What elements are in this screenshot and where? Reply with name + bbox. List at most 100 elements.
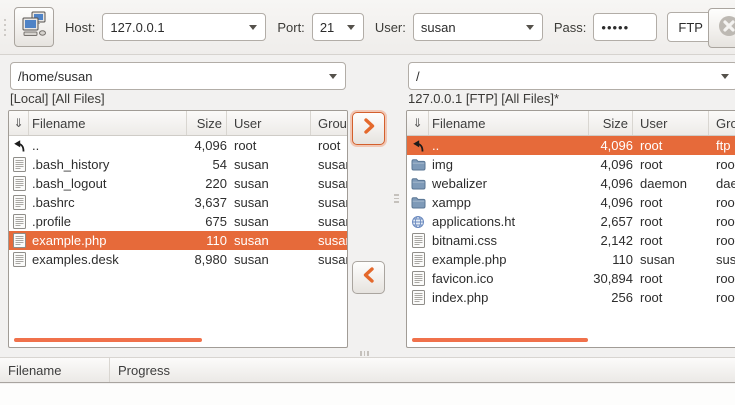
- host-combobox[interactable]: 127.0.0.1: [102, 13, 266, 41]
- port-label: Port:: [277, 20, 304, 35]
- file-icon: [9, 193, 29, 212]
- user-cell: root: [633, 136, 709, 155]
- size-cell: 8,980: [187, 250, 227, 269]
- file-icon: [9, 250, 29, 269]
- user-cell: root: [633, 231, 709, 250]
- size-cell: 2,142: [589, 231, 633, 250]
- port-value: 21: [320, 20, 334, 35]
- table-row[interactable]: favicon.ico30,894rootroot: [407, 269, 735, 288]
- user-column-header[interactable]: User: [227, 111, 311, 135]
- group-cell: root: [709, 193, 735, 212]
- sort-column-header[interactable]: ⇓: [9, 111, 29, 135]
- user-cell: susan: [227, 231, 311, 250]
- queue-filename-column-header[interactable]: Filename: [0, 358, 110, 382]
- horizontal-scrollbar[interactable]: [412, 338, 588, 342]
- table-row[interactable]: xampp4,096rootroot: [407, 193, 735, 212]
- user-cell: root: [633, 269, 709, 288]
- local-rows: ..4,096rootroot.bash_history54susansusan…: [9, 136, 347, 269]
- table-row[interactable]: examples.desk8,980susansusan: [9, 250, 347, 269]
- remote-path-value: /: [416, 69, 420, 84]
- size-cell: 4,096: [187, 136, 227, 155]
- size-cell: 4,096: [589, 155, 633, 174]
- download-button[interactable]: [352, 261, 385, 294]
- size-column-header[interactable]: Size: [187, 111, 227, 135]
- sort-column-header[interactable]: ⇓: [407, 111, 429, 135]
- filename-cell: bitnami.css: [429, 231, 589, 250]
- connect-button[interactable]: [14, 7, 54, 47]
- queue-progress-column-header[interactable]: Progress: [110, 358, 735, 382]
- size-cell: 54: [187, 155, 227, 174]
- table-row[interactable]: ..4,096rootftp: [407, 136, 735, 155]
- toolbar-grip[interactable]: [1, 14, 9, 40]
- filename-cell: .profile: [29, 212, 187, 231]
- chevron-down-icon[interactable]: [241, 14, 265, 40]
- table-row[interactable]: webalizer4,096daemondaemon: [407, 174, 735, 193]
- password-field[interactable]: •••••: [593, 13, 657, 41]
- filename-cell: xampp: [429, 193, 589, 212]
- folder-icon: [407, 155, 429, 174]
- table-row[interactable]: .profile675susansusan: [9, 212, 347, 231]
- user-column-header[interactable]: User: [633, 111, 709, 135]
- filename-column-header[interactable]: Filename: [429, 111, 589, 135]
- filename-cell: .bash_history: [29, 155, 187, 174]
- user-cell: root: [633, 155, 709, 174]
- table-row[interactable]: index.php256rootroot: [407, 288, 735, 307]
- user-cell: root: [633, 288, 709, 307]
- table-row[interactable]: example.php110susansusan: [407, 250, 735, 269]
- sort-down-icon: ⇓: [13, 116, 23, 130]
- user-cell: root: [227, 136, 311, 155]
- filename-cell: index.php: [429, 288, 589, 307]
- chevron-right-icon: [359, 116, 379, 141]
- table-row[interactable]: .bashrc3,637susansusan: [9, 193, 347, 212]
- group-cell: root: [709, 288, 735, 307]
- chevron-down-icon[interactable]: [321, 63, 345, 89]
- folder-icon: [407, 174, 429, 193]
- group-column-header[interactable]: Group: [709, 111, 735, 135]
- stop-button[interactable]: [708, 8, 735, 48]
- transfer-queue-list[interactable]: [0, 384, 735, 405]
- size-cell: 110: [187, 231, 227, 250]
- filename-cell: example.php: [29, 231, 187, 250]
- filename-cell: img: [429, 155, 589, 174]
- table-row[interactable]: img4,096rootroot: [407, 155, 735, 174]
- size-cell: 675: [187, 212, 227, 231]
- pane-splitter-grip[interactable]: [394, 194, 399, 203]
- group-column-header[interactable]: Group: [311, 111, 347, 135]
- remote-path-combobox[interactable]: /: [408, 62, 735, 90]
- table-row[interactable]: applications.ht2,657rootroot: [407, 212, 735, 231]
- file-icon: [407, 288, 429, 307]
- file-icon: [407, 231, 429, 250]
- chevron-down-icon[interactable]: [339, 14, 363, 40]
- table-row[interactable]: .bash_logout220susansusan: [9, 174, 347, 193]
- table-row[interactable]: bitnami.css2,142rootroot: [407, 231, 735, 250]
- host-label: Host:: [65, 20, 95, 35]
- user-combobox[interactable]: susan: [413, 13, 543, 41]
- upload-button[interactable]: [352, 112, 385, 145]
- group-cell: ftp: [709, 136, 735, 155]
- size-cell: 4,096: [589, 136, 633, 155]
- filename-column-header[interactable]: Filename: [29, 111, 187, 135]
- user-cell: susan: [227, 155, 311, 174]
- size-cell: 110: [589, 250, 633, 269]
- local-path-combobox[interactable]: /home/susan: [10, 62, 346, 90]
- port-combobox[interactable]: 21: [312, 13, 364, 41]
- size-column-header[interactable]: Size: [589, 111, 633, 135]
- filename-cell: webalizer: [429, 174, 589, 193]
- updir-icon: [9, 136, 29, 155]
- horizontal-scrollbar[interactable]: [14, 338, 202, 342]
- filename-cell: applications.ht: [429, 212, 589, 231]
- table-row[interactable]: .bash_history54susansusan: [9, 155, 347, 174]
- host-value: 127.0.0.1: [110, 20, 164, 35]
- group-cell: susan: [311, 193, 347, 212]
- table-row[interactable]: example.php110susansusan: [9, 231, 347, 250]
- chevron-down-icon[interactable]: [713, 63, 735, 89]
- pass-label: Pass:: [554, 20, 587, 35]
- size-cell: 4,096: [589, 174, 633, 193]
- user-cell: susan: [227, 174, 311, 193]
- group-cell: root: [709, 155, 735, 174]
- table-row[interactable]: ..4,096rootroot: [9, 136, 347, 155]
- chevron-down-icon[interactable]: [518, 14, 542, 40]
- file-icon: [9, 174, 29, 193]
- queue-splitter-grip[interactable]: [360, 351, 369, 356]
- size-cell: 2,657: [589, 212, 633, 231]
